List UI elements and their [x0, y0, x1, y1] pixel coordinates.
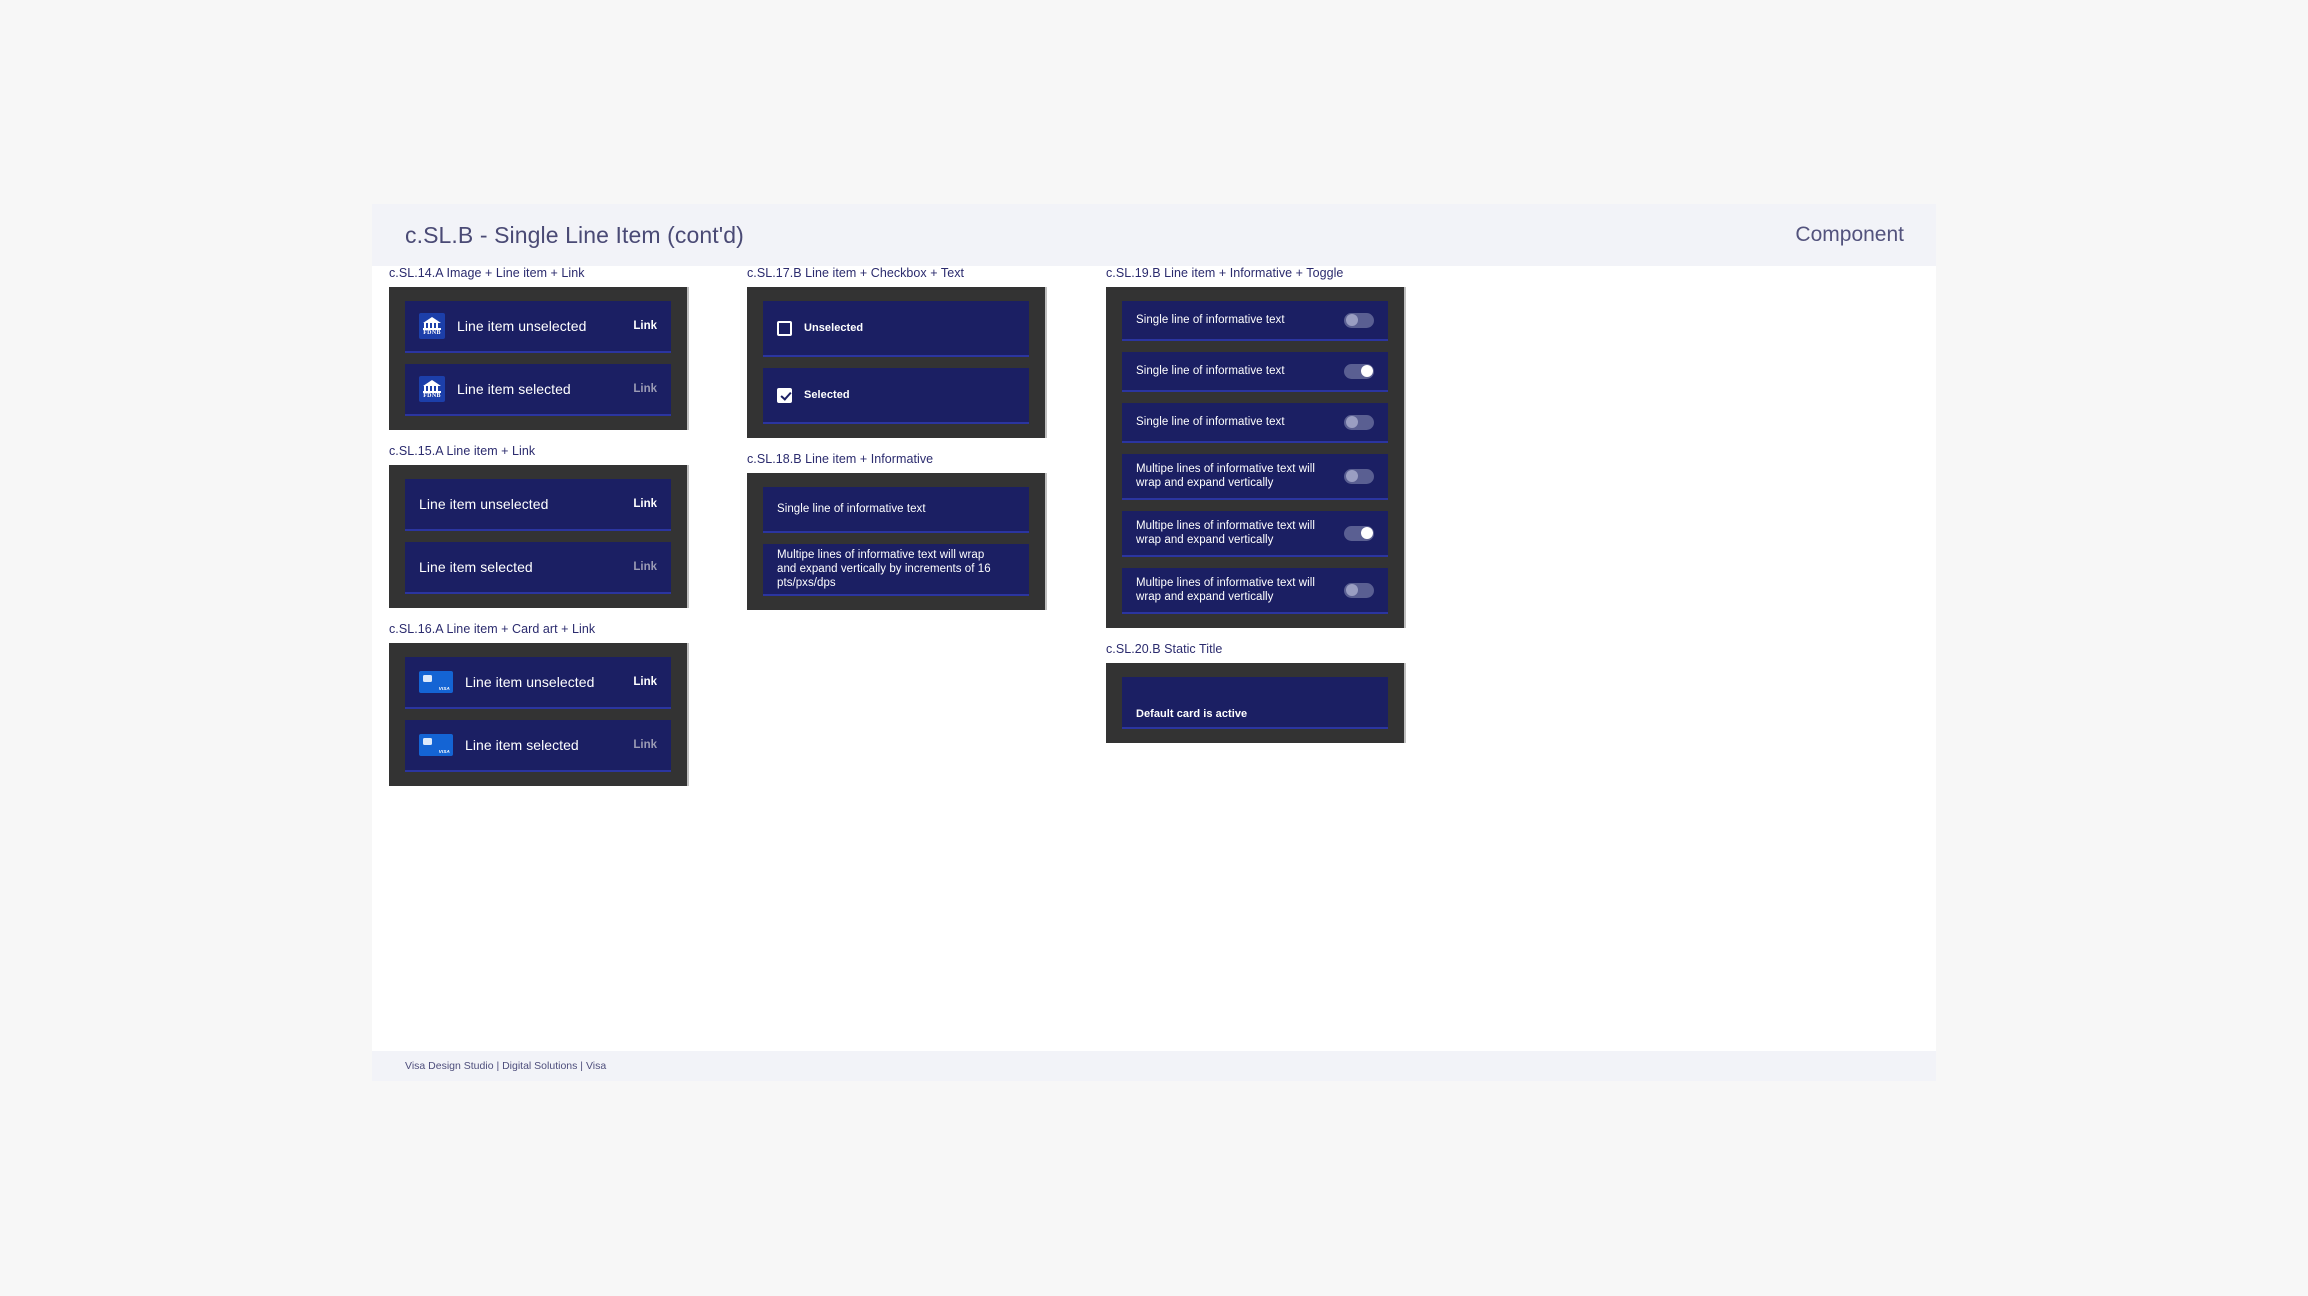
list-item-link[interactable]: Link: [633, 739, 657, 751]
section-label-sl15: c.SL.15.A Line item + Link: [389, 444, 689, 458]
section-label-sl17: c.SL.17.B Line item + Checkbox + Text: [747, 266, 1047, 280]
list-item[interactable]: Selected: [763, 368, 1029, 424]
section-sl14: c.SL.14.A Image + Line item + Link FDNB …: [389, 266, 689, 430]
section-label-sl20: c.SL.20.B Static Title: [1106, 642, 1406, 656]
informative-text: Single line of informative text: [1136, 415, 1332, 429]
visa-wordmark: VISA: [439, 749, 450, 754]
informative-text: Multipe lines of informative text will w…: [1136, 462, 1332, 490]
list-item-link[interactable]: Link: [633, 561, 657, 573]
informative-text: Single line of informative text: [1136, 313, 1332, 327]
list-item-link[interactable]: Link: [633, 676, 657, 688]
list-item[interactable]: Unselected: [763, 301, 1029, 357]
toggle-switch-off[interactable]: [1344, 313, 1374, 328]
list-item[interactable]: Multipe lines of informative text will w…: [1122, 454, 1388, 500]
visa-card-art-icon: VISA: [419, 671, 453, 693]
list-item[interactable]: Line item selected Link: [405, 542, 671, 594]
visa-card-art-icon: VISA: [419, 734, 453, 756]
list-item-label: Line item unselected: [419, 496, 621, 512]
toggle-switch-on[interactable]: [1344, 526, 1374, 541]
demo-container-sl18: Single line of informative text Multipe …: [747, 473, 1047, 610]
page-title: c.SL.B - Single Line Item (cont'd): [405, 222, 744, 249]
checkbox-unselected[interactable]: [777, 321, 792, 336]
toggle-switch-off[interactable]: [1344, 469, 1374, 484]
list-item-label: Unselected: [804, 322, 1015, 334]
list-item-label: Line item unselected: [457, 318, 621, 334]
informative-text: Multipe lines of informative text will w…: [1136, 576, 1332, 604]
bank-logo-fdnb-icon: FDNB: [419, 313, 445, 339]
list-item-label: Selected: [804, 389, 1015, 401]
list-item-link[interactable]: Link: [633, 320, 657, 332]
page-header: c.SL.B - Single Line Item (cont'd) Compo…: [372, 204, 1936, 266]
section-label-sl19: c.SL.19.B Line item + Informative + Togg…: [1106, 266, 1406, 280]
list-item-label: Line item selected: [457, 381, 621, 397]
list-item-link[interactable]: Link: [633, 383, 657, 395]
checkbox-selected[interactable]: [777, 388, 792, 403]
section-label-sl14: c.SL.14.A Image + Line item + Link: [389, 266, 689, 280]
section-label-sl16: c.SL.16.A Line item + Card art + Link: [389, 622, 689, 636]
list-item[interactable]: Single line of informative text: [1122, 352, 1388, 392]
list-item-label: Line item unselected: [465, 674, 621, 690]
list-item[interactable]: Multipe lines of informative text will w…: [763, 544, 1029, 596]
section-label-sl18: c.SL.18.B Line item + Informative: [747, 452, 1047, 466]
visa-wordmark: VISA: [439, 686, 450, 691]
static-title-text: Default card is active: [1136, 708, 1374, 720]
informative-text: Multipe lines of informative text will w…: [1136, 519, 1332, 547]
spec-content: c.SL.14.A Image + Line item + Link FDNB …: [372, 266, 1936, 1051]
column-middle: c.SL.17.B Line item + Checkbox + Text Un…: [747, 266, 1047, 624]
toggle-switch-on[interactable]: [1344, 364, 1374, 379]
static-title-card: Default card is active: [1122, 677, 1388, 729]
demo-container-sl15: Line item unselected Link Line item sele…: [389, 465, 689, 608]
demo-container-sl14: FDNB Line item unselected Link FDNB: [389, 287, 689, 430]
list-item[interactable]: Multipe lines of informative text will w…: [1122, 568, 1388, 614]
list-item[interactable]: VISA Line item selected Link: [405, 720, 671, 772]
demo-container-sl19: Single line of informative text Single l…: [1106, 287, 1406, 628]
list-item[interactable]: FDNB Line item unselected Link: [405, 301, 671, 353]
page-footer: Visa Design Studio | Digital Solutions |…: [372, 1051, 1936, 1081]
list-item[interactable]: Single line of informative text: [1122, 403, 1388, 443]
section-sl16: c.SL.16.A Line item + Card art + Link VI…: [389, 622, 689, 786]
section-sl15: c.SL.15.A Line item + Link Line item uns…: [389, 444, 689, 608]
informative-text: Multipe lines of informative text will w…: [777, 548, 1005, 590]
bank-logo-fdnb-icon: FDNB: [419, 376, 445, 402]
toggle-switch-off[interactable]: [1344, 415, 1374, 430]
list-item[interactable]: Line item unselected Link: [405, 479, 671, 531]
informative-text: Single line of informative text: [777, 502, 1015, 516]
demo-container-sl16: VISA Line item unselected Link VISA: [389, 643, 689, 786]
informative-text: Single line of informative text: [1136, 364, 1332, 378]
list-item[interactable]: Multipe lines of informative text will w…: [1122, 511, 1388, 557]
toggle-switch-off[interactable]: [1344, 583, 1374, 598]
footer-credit: Visa Design Studio | Digital Solutions |…: [405, 1060, 606, 1072]
list-item[interactable]: Single line of informative text: [1122, 301, 1388, 341]
column-left: c.SL.14.A Image + Line item + Link FDNB …: [389, 266, 689, 800]
list-item[interactable]: FDNB Line item selected Link: [405, 364, 671, 416]
section-sl18: c.SL.18.B Line item + Informative Single…: [747, 452, 1047, 610]
column-right: c.SL.19.B Line item + Informative + Togg…: [1106, 266, 1406, 757]
design-spec-page: c.SL.B - Single Line Item (cont'd) Compo…: [372, 204, 1936, 1081]
section-sl19: c.SL.19.B Line item + Informative + Togg…: [1106, 266, 1406, 628]
section-sl20: c.SL.20.B Static Title Default card is a…: [1106, 642, 1406, 743]
page-category-label: Component: [1795, 223, 1904, 247]
list-item[interactable]: Single line of informative text: [763, 487, 1029, 533]
list-item-label: Line item selected: [465, 737, 621, 753]
section-sl17: c.SL.17.B Line item + Checkbox + Text Un…: [747, 266, 1047, 438]
list-item[interactable]: VISA Line item unselected Link: [405, 657, 671, 709]
demo-container-sl17: Unselected Selected: [747, 287, 1047, 438]
list-item-label: Line item selected: [419, 559, 621, 575]
list-item-link[interactable]: Link: [633, 498, 657, 510]
demo-container-sl20: Default card is active: [1106, 663, 1406, 743]
